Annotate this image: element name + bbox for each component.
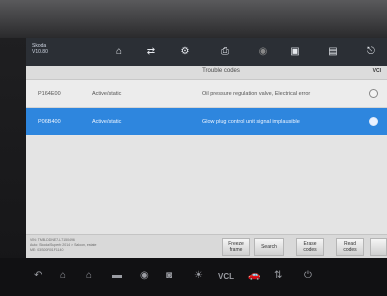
back-icon[interactable]: ↶ [34,270,42,282]
camera-icon[interactable]: ◙ [166,270,172,282]
dtc-row[interactable]: P164E00 Active/static Oil pressure regul… [26,80,387,108]
module-line: ME: 03S00R01F1140 [30,248,64,252]
house-icon[interactable]: ⌂ [86,270,92,282]
dtc-description: Oil pressure regulation valve, Electrica… [202,91,311,97]
screen: Skoda V10.80 ⌂ ⇄ ⚙ ⎙ ◉ ▣ ▤ ⎋ Trouble cod… [26,38,387,258]
browser-icon[interactable]: ◉ [140,270,149,282]
dtc-code: P06B400 [38,119,61,125]
footer-bar: VIN: TMB-DDNE7-L7150496 Auto: Skoda/Supe… [26,234,387,258]
vehicle-info: VIN: TMB-DDNE7-L7150496 Auto: Skoda/Supe… [30,238,96,253]
settings-icon[interactable]: ⚙ [178,45,192,59]
network-icon[interactable]: ⇅ [274,270,282,282]
empty-list-area [26,136,387,236]
title-bar: Trouble codes VCI [26,66,387,80]
search-button[interactable]: Search [254,238,284,256]
brand: Skoda V10.80 [32,43,48,55]
power-icon[interactable]: ⏻ [304,270,312,282]
dtc-status: Active/static [92,91,122,97]
bezel-top [0,0,387,38]
exit-icon[interactable]: ⎋ [364,45,378,59]
app-header: Skoda V10.80 ⌂ ⇄ ⚙ ⎙ ◉ ▣ ▤ ⎋ [26,38,387,66]
vci-icon[interactable]: VCL [218,271,234,283]
vci-indicator: VCI [372,68,381,74]
save-icon[interactable]: ▤ [326,45,340,59]
home-icon[interactable]: ⌂ [112,45,126,59]
screenshot-icon[interactable]: ▣ [288,45,302,59]
car-icon[interactable]: 🚗 [248,270,260,282]
recent-apps-icon[interactable]: ▬ [112,270,122,282]
row-select-radio[interactable] [369,89,378,98]
system-nav-bar: ↶ ⌂ ⌂ ▬ ◉ ◙ ☀ VCL 🚗 ⇅ ⏻ [0,258,387,296]
dtc-description: Glow plug control unit signal implausibl… [202,119,300,125]
more-button[interactable] [370,238,387,256]
read-codes-button[interactable]: Read codes [336,238,364,256]
dtc-row-selected[interactable]: P06B400 Active/static Glow plug control … [26,108,387,135]
erase-codes-button[interactable]: Erase codes [296,238,324,256]
brand-version: V10.80 [32,49,48,55]
page-title: Trouble codes [202,68,240,74]
freeze-frame-button[interactable]: Freeze frame [222,238,250,256]
dtc-status: Active/static [92,119,122,125]
home-icon[interactable]: ⌂ [60,270,66,282]
brightness-icon[interactable]: ☀ [194,270,203,282]
dtc-code: P164E00 [38,91,61,97]
vehicle-swap-icon[interactable]: ⇄ [144,45,158,59]
row-select-radio[interactable] [369,117,378,126]
help-icon[interactable]: ◉ [256,45,270,59]
print-icon[interactable]: ⎙ [218,45,232,59]
